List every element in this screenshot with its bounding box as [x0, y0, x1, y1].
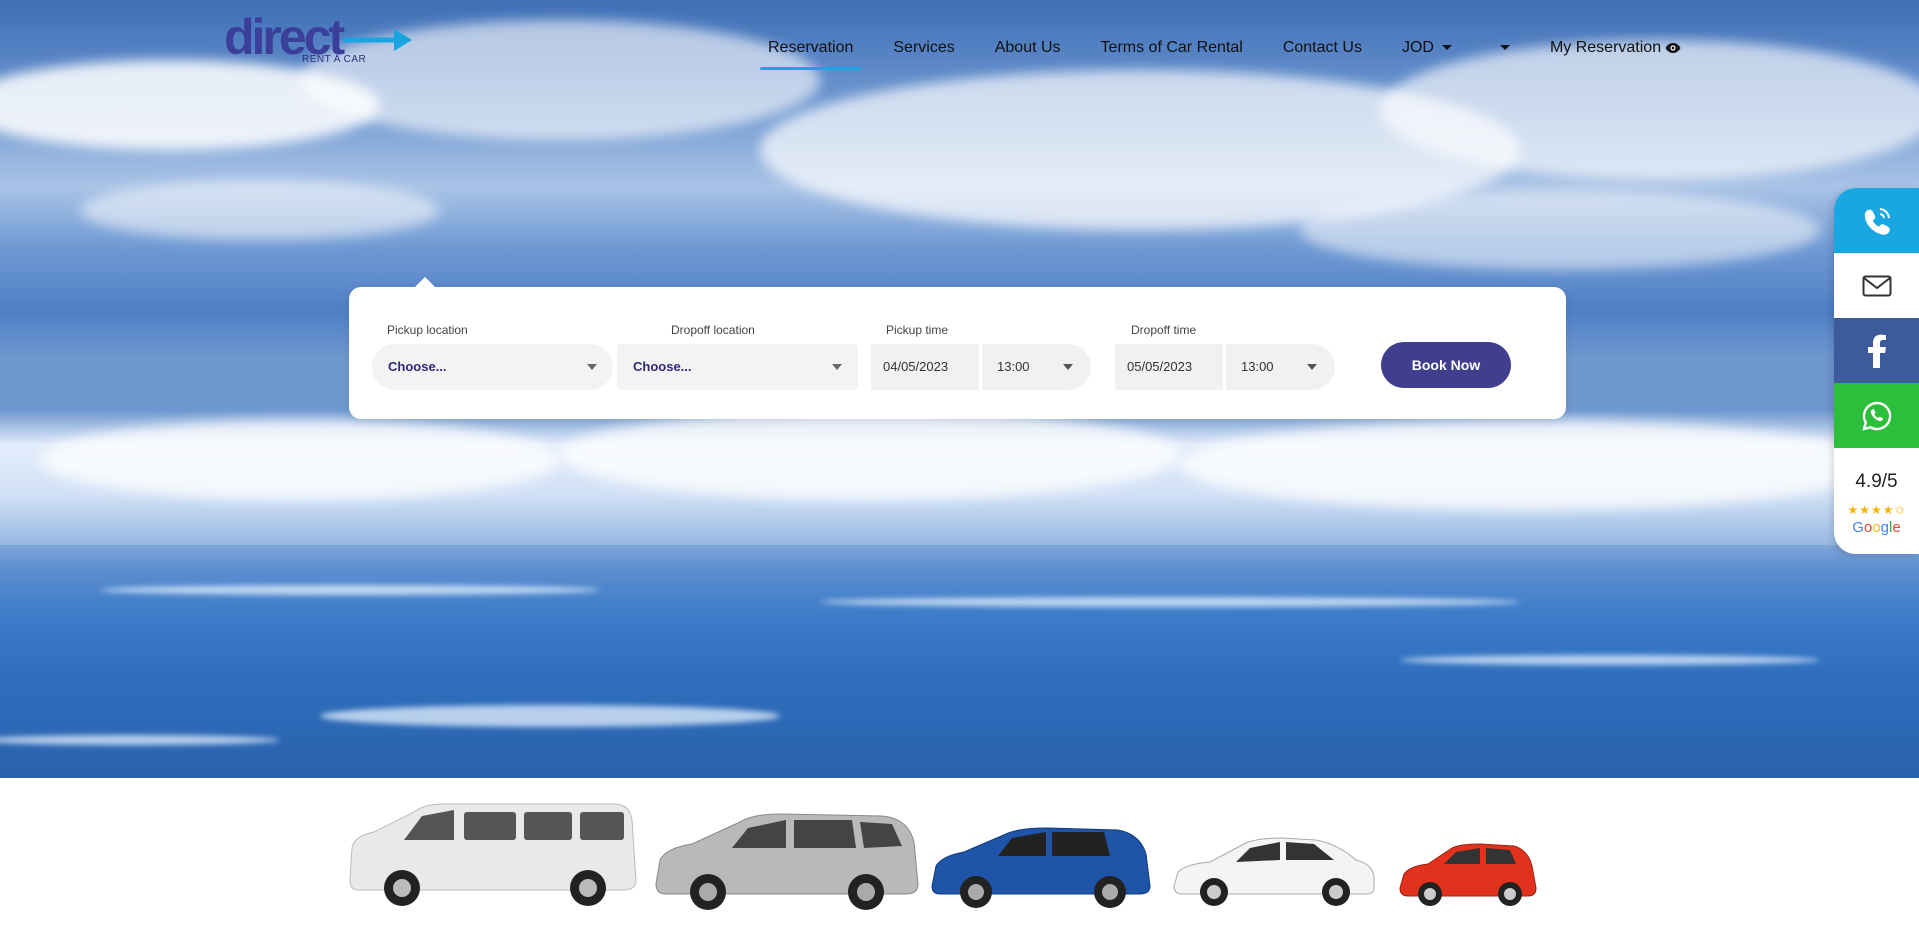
pickup-time-label: Pickup time — [886, 323, 949, 337]
brand-tagline: RENT A CAR — [302, 54, 367, 65]
brand-logo[interactable]: direct RENT A CAR — [224, 12, 412, 68]
currency-label: JOD — [1401, 39, 1434, 56]
email-button[interactable] — [1834, 253, 1919, 318]
whatsapp-button[interactable] — [1834, 383, 1919, 448]
wave — [1400, 655, 1820, 665]
facebook-icon — [1867, 334, 1886, 368]
rating-value: 4.9/5 — [1855, 470, 1898, 492]
cloud — [1300, 190, 1820, 270]
pickup-hour-value: 13:00 — [997, 359, 1030, 374]
nav-services[interactable]: Services — [893, 34, 954, 62]
google-rating[interactable]: 4.9/5 ★★★★✩ Google — [1834, 448, 1919, 554]
chevron-down-icon — [587, 364, 597, 370]
logo-arrow-icon — [344, 29, 412, 51]
dropoff-time-label: Dropoff time — [1131, 323, 1197, 337]
google-logo: Google — [1852, 518, 1901, 536]
dropoff-location-label: Dropoff location — [671, 323, 755, 337]
wave — [100, 585, 600, 595]
nav-reservation[interactable]: Reservation — [759, 34, 862, 70]
cloud — [1180, 420, 1880, 510]
dropoff-location-value: Choose... — [633, 359, 692, 374]
rating-stars: ★★★★✩ — [1847, 502, 1906, 517]
car-sedan-white — [1170, 836, 1378, 908]
facebook-button[interactable] — [1834, 318, 1919, 383]
chevron-down-icon — [1441, 45, 1452, 51]
car-van — [344, 796, 640, 908]
my-reservation-label: My Reservation — [1549, 39, 1662, 56]
pickup-location-select[interactable]: Choose... — [372, 344, 613, 390]
main-nav: Reservation Services About Us Terms of C… — [759, 28, 1721, 70]
chevron-down-icon — [832, 364, 842, 370]
chevron-down-icon — [1499, 45, 1510, 51]
wave — [820, 597, 1520, 607]
nav-terms[interactable]: Terms of Car Rental — [1101, 34, 1243, 62]
pickup-date-input[interactable]: 04/05/2023 — [871, 344, 979, 390]
phone-icon — [1864, 207, 1890, 235]
car-hatchback-red — [1396, 842, 1540, 908]
sea — [0, 545, 1919, 778]
dropoff-location-select[interactable]: Choose... — [617, 344, 858, 390]
phone-button[interactable] — [1834, 188, 1919, 253]
card-notch — [413, 277, 437, 289]
book-now-button[interactable]: Book Now — [1381, 342, 1511, 388]
car-suv-silver — [652, 808, 922, 912]
contact-sidebar: 4.9/5 ★★★★✩ Google — [1834, 188, 1919, 554]
dropoff-hour-value: 13:00 — [1241, 359, 1274, 374]
cloud — [40, 420, 560, 500]
whatsapp-icon — [1861, 401, 1891, 431]
wave — [320, 705, 780, 727]
eye-icon — [1665, 42, 1681, 53]
nav-contact-us[interactable]: Contact Us — [1283, 34, 1362, 62]
car-suv-blue — [928, 824, 1154, 910]
cloud — [560, 410, 1180, 500]
nav-about-us[interactable]: About Us — [995, 34, 1061, 62]
wave — [0, 735, 280, 745]
mail-icon — [1862, 275, 1891, 297]
pickup-time-select[interactable]: 13:00 — [982, 344, 1091, 390]
dropoff-date-input[interactable]: 05/05/2023 — [1115, 344, 1223, 390]
nav-my-reservation[interactable]: My Reservation — [1550, 34, 1681, 62]
nav-language-dropdown[interactable] — [1492, 34, 1510, 62]
cloud — [80, 180, 440, 240]
booking-form: Pickup location Choose... Dropoff locati… — [349, 277, 1566, 419]
pickup-location-label: Pickup location — [387, 323, 468, 337]
pickup-location-value: Choose... — [388, 359, 447, 374]
chevron-down-icon — [1063, 364, 1073, 370]
dropoff-time-select[interactable]: 13:00 — [1226, 344, 1335, 390]
cars-lineup-image — [330, 786, 1550, 916]
nav-currency-dropdown[interactable]: JOD — [1402, 34, 1452, 62]
chevron-down-icon — [1307, 364, 1317, 370]
